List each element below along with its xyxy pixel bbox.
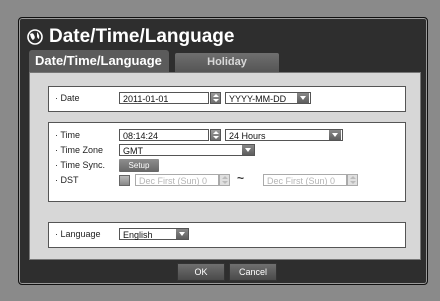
settings-panel: · Date 2011-01-01 YYYY-MM-DD · Time 08:1… <box>29 72 421 260</box>
language-dropdown-icon[interactable] <box>176 229 188 239</box>
date-field[interactable]: 2011-01-01 <box>119 92 209 104</box>
tab-bar: Date/Time/Language Holiday <box>29 50 419 72</box>
time-label: · Time <box>55 130 81 140</box>
cancel-button[interactable]: Cancel <box>229 263 277 281</box>
time-spinner[interactable] <box>210 129 221 141</box>
dst-checkbox[interactable] <box>119 175 130 186</box>
language-label: · Language <box>55 229 101 239</box>
dst-start-spinner <box>219 174 230 186</box>
dst-label: · DST <box>55 175 79 185</box>
tab-holiday[interactable]: Holiday <box>175 53 279 72</box>
dst-range-separator: ~ <box>237 171 245 185</box>
date-label: · Date <box>55 93 80 103</box>
dialog-title: Date/Time/Language <box>49 26 235 47</box>
language-group: · Language English <box>48 222 406 248</box>
time-field[interactable]: 08:14:24 <box>119 129 209 141</box>
timezone-label: · Time Zone <box>55 145 104 155</box>
time-format-dropdown-icon[interactable] <box>329 130 341 140</box>
globe-icon <box>27 29 43 45</box>
ok-button[interactable]: OK <box>177 263 225 281</box>
time-format-select[interactable]: 24 Hours <box>225 129 343 141</box>
date-spinner[interactable] <box>210 92 221 104</box>
dst-end-field: Dec First (Sun) 0 <box>263 174 347 186</box>
date-group: · Date 2011-01-01 YYYY-MM-DD <box>48 86 406 112</box>
timesync-label: · Time Sync. <box>55 160 106 170</box>
dialog-title-bar: Date/Time/Language <box>27 24 407 50</box>
time-group: · Time 08:14:24 24 Hours · Time Zone GMT… <box>48 122 406 202</box>
date-format-dropdown-icon[interactable] <box>297 93 309 103</box>
tab-date-time-language[interactable]: Date/Time/Language <box>29 50 169 72</box>
timezone-dropdown-icon[interactable] <box>242 145 254 155</box>
timesync-setup-button[interactable]: Setup <box>119 159 159 172</box>
dst-start-field: Dec First (Sun) 0 <box>135 174 219 186</box>
date-time-language-dialog: Date/Time/Language Date/Time/Language Ho… <box>18 17 428 285</box>
timezone-select[interactable]: GMT <box>119 144 255 156</box>
dst-end-spinner <box>347 174 358 186</box>
